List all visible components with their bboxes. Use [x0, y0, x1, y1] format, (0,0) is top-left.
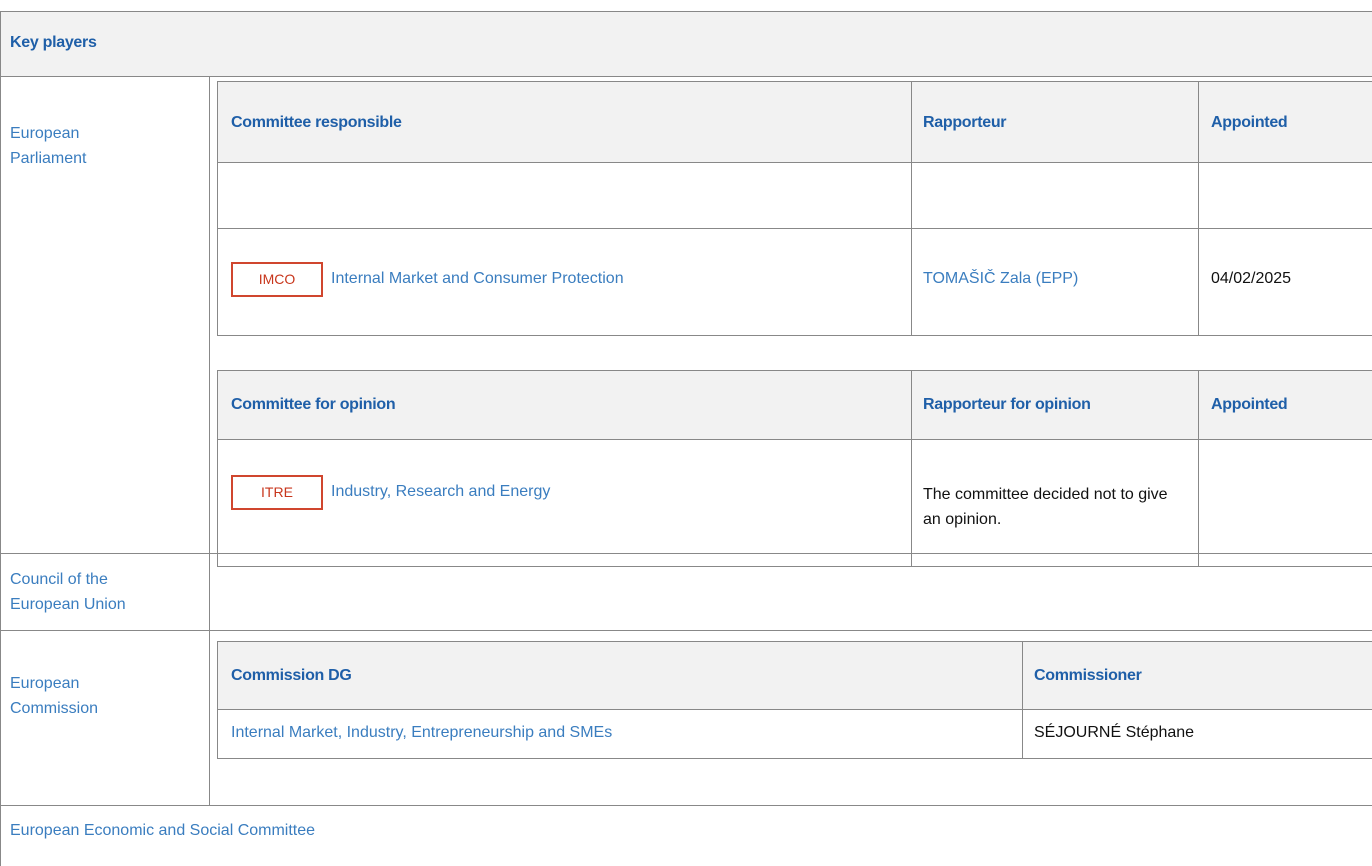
committee-opinion-table: Committee for opinion Rapporteur for opi…	[217, 370, 1372, 567]
rapporteur-opinion-heading: Rapporteur for opinion	[923, 396, 1091, 413]
appointed-heading: Appointed	[1211, 396, 1288, 413]
row-divider	[209, 631, 210, 805]
european-commission-row: European Commission Commission DG Commis…	[1, 631, 1372, 806]
european-parliament-row: European Parliament Committee responsibl…	[1, 77, 1372, 567]
column-divider	[1022, 642, 1023, 758]
appointed-heading: Appointed	[1211, 114, 1288, 131]
council-row: Council of the European Union	[1, 554, 1372, 631]
column-divider	[911, 82, 912, 335]
column-divider	[1198, 371, 1199, 566]
committee-responsible-table: Committee responsible Rapporteur Appoint…	[217, 81, 1372, 336]
eesc-link[interactable]: European Economic and Social Committee	[10, 818, 315, 843]
column-divider	[1198, 82, 1199, 335]
european-commission-link[interactable]: European Commission	[10, 671, 150, 721]
commissioner-name: SÉJOURNÉ Stéphane	[1034, 724, 1195, 741]
commission-dg-link[interactable]: Internal Market, Industry, Entrepreneurs…	[231, 724, 612, 742]
key-players-panel: Key players European Parliament Committe…	[0, 11, 1372, 866]
commissioner-heading: Commissioner	[1034, 667, 1142, 684]
council-link[interactable]: Council of the European Union	[10, 567, 170, 617]
committee-name-link[interactable]: Industry, Research and Energy	[331, 483, 550, 501]
rapporteur-opinion-note: The committee decided not to give an opi…	[923, 486, 1168, 528]
commission-table: Commission DG Commissioner Internal Mark…	[217, 641, 1372, 759]
rapporteur-link[interactable]: TOMAŠIČ Zala (EPP)	[923, 270, 1078, 288]
row-separator	[218, 228, 1372, 229]
key-players-title: Key players	[10, 34, 97, 51]
row-divider	[209, 554, 210, 630]
committee-responsible-heading: Committee responsible	[231, 114, 402, 131]
row-divider	[209, 77, 210, 553]
rapporteur-heading: Rapporteur	[923, 114, 1007, 131]
committee-name-link[interactable]: Internal Market and Consumer Protection	[331, 270, 624, 288]
column-divider	[911, 371, 912, 566]
committee-code-badge: ITRE	[231, 475, 323, 510]
appointed-date: 04/02/2025	[1211, 270, 1292, 287]
european-parliament-link[interactable]: European Parliament	[10, 121, 140, 171]
commission-dg-heading: Commission DG	[231, 667, 352, 684]
eesc-row: European Economic and Social Committee	[1, 806, 1372, 866]
key-players-header: Key players	[1, 12, 1372, 77]
committee-opinion-heading: Committee for opinion	[231, 396, 396, 413]
commission-table-header	[218, 642, 1372, 710]
committee-code-badge: IMCO	[231, 262, 323, 297]
